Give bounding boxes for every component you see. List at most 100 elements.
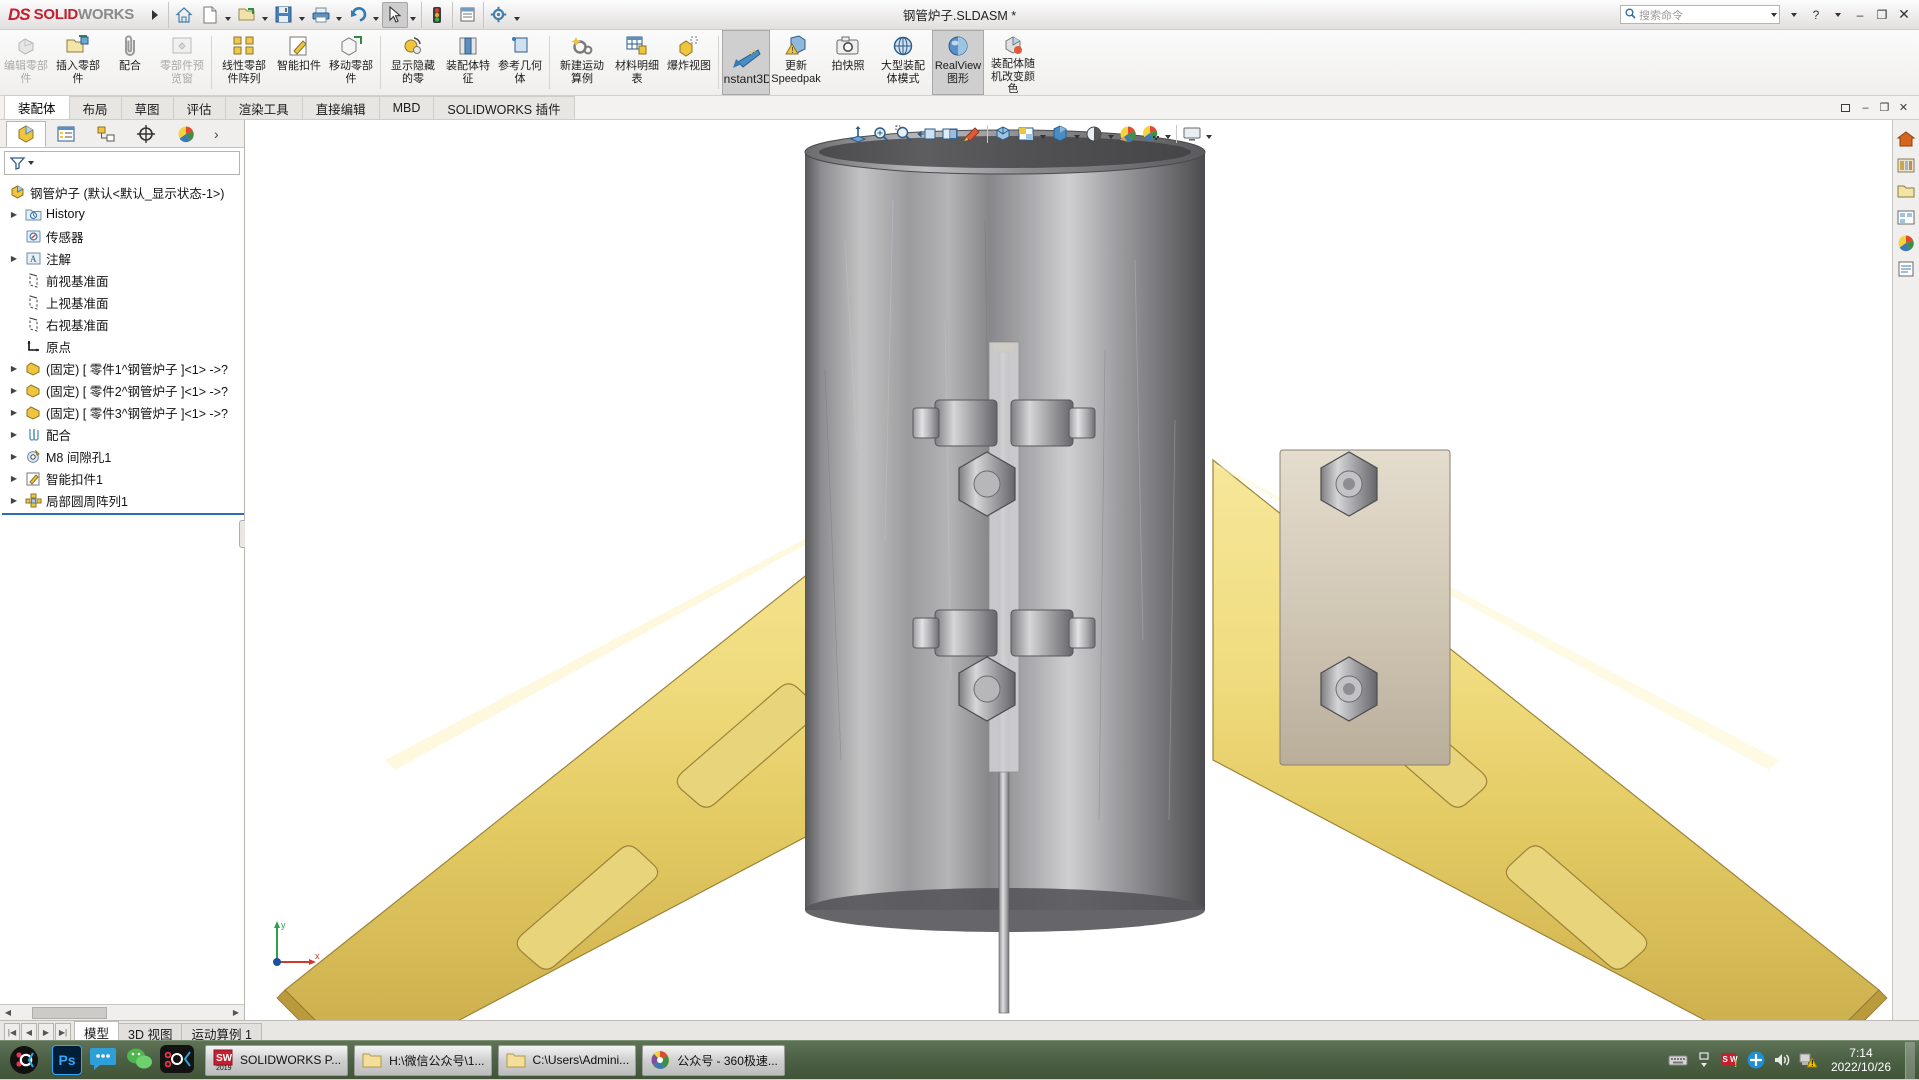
- hide-show-items-icon[interactable]: [1014, 122, 1037, 146]
- search-dropdown-icon[interactable]: [1771, 12, 1777, 17]
- ribbon-move-component[interactable]: 移动零部件: [325, 30, 377, 95]
- close-window-icon[interactable]: ✕: [1894, 98, 1913, 117]
- tree-item-smart-fastener[interactable]: ▶ 智能扣件1: [2, 467, 244, 489]
- photoshop-icon[interactable]: Ps: [52, 1045, 82, 1075]
- chat-icon[interactable]: [88, 1045, 118, 1076]
- tab-layout[interactable]: 布局: [68, 96, 122, 119]
- volume-icon[interactable]: [1769, 1045, 1795, 1075]
- tree-item-part-2[interactable]: ▶ (固定) [ 零件2^钢管炉子 ]<1> ->?: [2, 379, 244, 401]
- tree-item-top-plane[interactable]: ▶ 上视基准面: [2, 291, 244, 313]
- ribbon-realview-graphics[interactable]: RealView 图形: [932, 30, 984, 95]
- dimxpert-manager-tab[interactable]: [126, 121, 166, 147]
- ribbon-bill-of-materials[interactable]: 材料明细表: [611, 30, 663, 95]
- new-document-dropdown[interactable]: [223, 2, 234, 28]
- expand-arrow-icon[interactable]: ▶: [6, 496, 22, 505]
- ribbon-update-speedpak[interactable]: ! 更新 Speedpak: [770, 30, 822, 95]
- custom-properties-icon[interactable]: [1893, 256, 1919, 282]
- feature-tree-filter[interactable]: [4, 151, 240, 175]
- zoom-to-area-icon[interactable]: [869, 122, 892, 146]
- taskbar-item-folder-c[interactable]: C:\Users\Admini...: [497, 1044, 637, 1076]
- save-icon[interactable]: [271, 2, 297, 28]
- tab-direct-editing[interactable]: 直接编辑: [301, 96, 380, 119]
- tab-solidworks-addins[interactable]: SOLIDWORKS 插件: [433, 96, 575, 119]
- edit-appearance-icon[interactable]: [961, 122, 984, 146]
- help-dropdown-caret[interactable]: [1783, 2, 1805, 28]
- taskbar-item-browser[interactable]: 公众号 - 360极速...: [642, 1044, 785, 1076]
- ribbon-new-motion-study[interactable]: 新建运动算例: [553, 30, 611, 95]
- okcc-icon[interactable]: [160, 1044, 194, 1076]
- pin-dropdown-caret[interactable]: [1827, 2, 1849, 28]
- display-manager-tab[interactable]: [166, 121, 206, 147]
- taskbar-clock[interactable]: 7:14 2022/10/26: [1821, 1046, 1901, 1074]
- tree-item-history[interactable]: ▶ History: [2, 203, 244, 225]
- appearances-scenes-icon[interactable]: [1893, 230, 1919, 256]
- solidworks-logo[interactable]: DS SOLID WORKS: [0, 0, 144, 30]
- ribbon-edit-component[interactable]: 编辑零部件: [0, 30, 52, 95]
- ribbon-random-color[interactable]: 装配体随机改变颜色: [984, 30, 1042, 95]
- hide-show-dropdown[interactable]: [1037, 122, 1048, 146]
- select-cursor-icon[interactable]: [381, 1, 408, 28]
- file-properties-icon[interactable]: [455, 2, 481, 28]
- tree-item-front-plane[interactable]: ▶ 前视基准面: [2, 269, 244, 291]
- section-view-icon[interactable]: [915, 122, 938, 146]
- tree-item-part-3[interactable]: ▶ (固定) [ 零件3^钢管炉子 ]<1> ->?: [2, 401, 244, 423]
- print-icon[interactable]: [308, 2, 334, 28]
- tree-item-assembly-root[interactable]: 钢管炉子 (默认<默认_显示状态-1>): [2, 181, 244, 203]
- appearances-dropdown[interactable]: [1162, 122, 1173, 146]
- expand-arrow-icon[interactable]: ▶: [6, 408, 22, 417]
- menu-expand-arrow[interactable]: [144, 2, 166, 28]
- configuration-manager-tab[interactable]: [86, 121, 126, 147]
- ribbon-assembly-feature[interactable]: 装配体特征: [442, 30, 494, 95]
- keyboard-icon[interactable]: [1665, 1045, 1691, 1075]
- ribbon-smart-fastener[interactable]: 智能扣件: [273, 30, 325, 95]
- save-dropdown[interactable]: [297, 2, 308, 28]
- ribbon-linear-component-pattern[interactable]: 线性零部件阵列: [215, 30, 273, 95]
- print-dropdown[interactable]: [334, 2, 345, 28]
- display-style-icon[interactable]: [991, 122, 1014, 146]
- taskbar-item-folder-h[interactable]: H:\微信公众号\1...: [354, 1044, 492, 1076]
- ribbon-exploded-view[interactable]: 爆炸视图: [663, 30, 715, 95]
- scroll-left-arrow-icon[interactable]: ◀: [0, 1005, 16, 1020]
- close-icon[interactable]: ✕: [1893, 2, 1915, 28]
- expand-arrow-icon[interactable]: ▶: [6, 254, 22, 263]
- maximize-icon[interactable]: ❐: [1871, 2, 1893, 28]
- tree-item-mates[interactable]: ▶ 配合: [2, 423, 244, 445]
- rebuild-icon[interactable]: [424, 2, 450, 28]
- expand-arrow-icon[interactable]: ▶: [6, 430, 22, 439]
- feature-tree-horizontal-scrollbar[interactable]: ◀ ▶: [0, 1004, 244, 1020]
- ribbon-take-snapshot[interactable]: 拍快照: [822, 30, 874, 95]
- view-orientation-icon[interactable]: [938, 122, 961, 146]
- design-library-icon[interactable]: [1893, 152, 1919, 178]
- tab-mbd[interactable]: MBD: [378, 96, 435, 119]
- show-desktop-button[interactable]: [1905, 1041, 1915, 1079]
- start-orb-icon[interactable]: [0, 1041, 48, 1080]
- expand-arrow-icon[interactable]: ▶: [6, 210, 22, 219]
- view-palette-icon[interactable]: [1893, 204, 1919, 230]
- solidworks-tray-icon[interactable]: S W!: [1717, 1045, 1743, 1075]
- help-icon[interactable]: ?: [1805, 2, 1827, 28]
- tree-item-origin[interactable]: ▶ 原点: [2, 335, 244, 357]
- tree-item-local-circular-pattern[interactable]: ▶ 局部圆周阵列1: [2, 489, 244, 511]
- ribbon-show-hidden-components[interactable]: 显示隐藏的零: [384, 30, 442, 95]
- assembly-3d-model[interactable]: [245, 120, 1919, 1020]
- first-tab-icon[interactable]: |◀: [4, 1023, 20, 1041]
- full-screen-icon[interactable]: [1180, 122, 1203, 146]
- apply-scene-icon[interactable]: [1048, 122, 1071, 146]
- ribbon-reference-geometry[interactable]: 参考几何体: [494, 30, 546, 95]
- network-warning-icon[interactable]: !: [1795, 1045, 1821, 1075]
- tree-item-part-1[interactable]: ▶ (固定) [ 零件1^钢管炉子 ]<1> ->?: [2, 357, 244, 379]
- expand-arrow-icon[interactable]: ▶: [6, 386, 22, 395]
- apply-scene-dropdown[interactable]: [1071, 122, 1082, 146]
- undo-icon[interactable]: [345, 2, 371, 28]
- previous-view-icon[interactable]: [892, 122, 915, 146]
- tree-item-annotations[interactable]: ▶ A 注解: [2, 247, 244, 269]
- solidworks-resources-icon[interactable]: [1893, 126, 1919, 152]
- expand-panel-chevron[interactable]: ›: [214, 126, 219, 142]
- ribbon-insert-component[interactable]: 插入零部件: [52, 30, 104, 95]
- home-icon[interactable]: [171, 2, 197, 28]
- prev-tab-icon[interactable]: ◀: [21, 1023, 37, 1041]
- options-dropdown[interactable]: [512, 2, 523, 28]
- feature-manager-tab[interactable]: [6, 120, 46, 147]
- file-explorer-icon[interactable]: [1893, 178, 1919, 204]
- last-tab-icon[interactable]: ▶|: [55, 1023, 71, 1041]
